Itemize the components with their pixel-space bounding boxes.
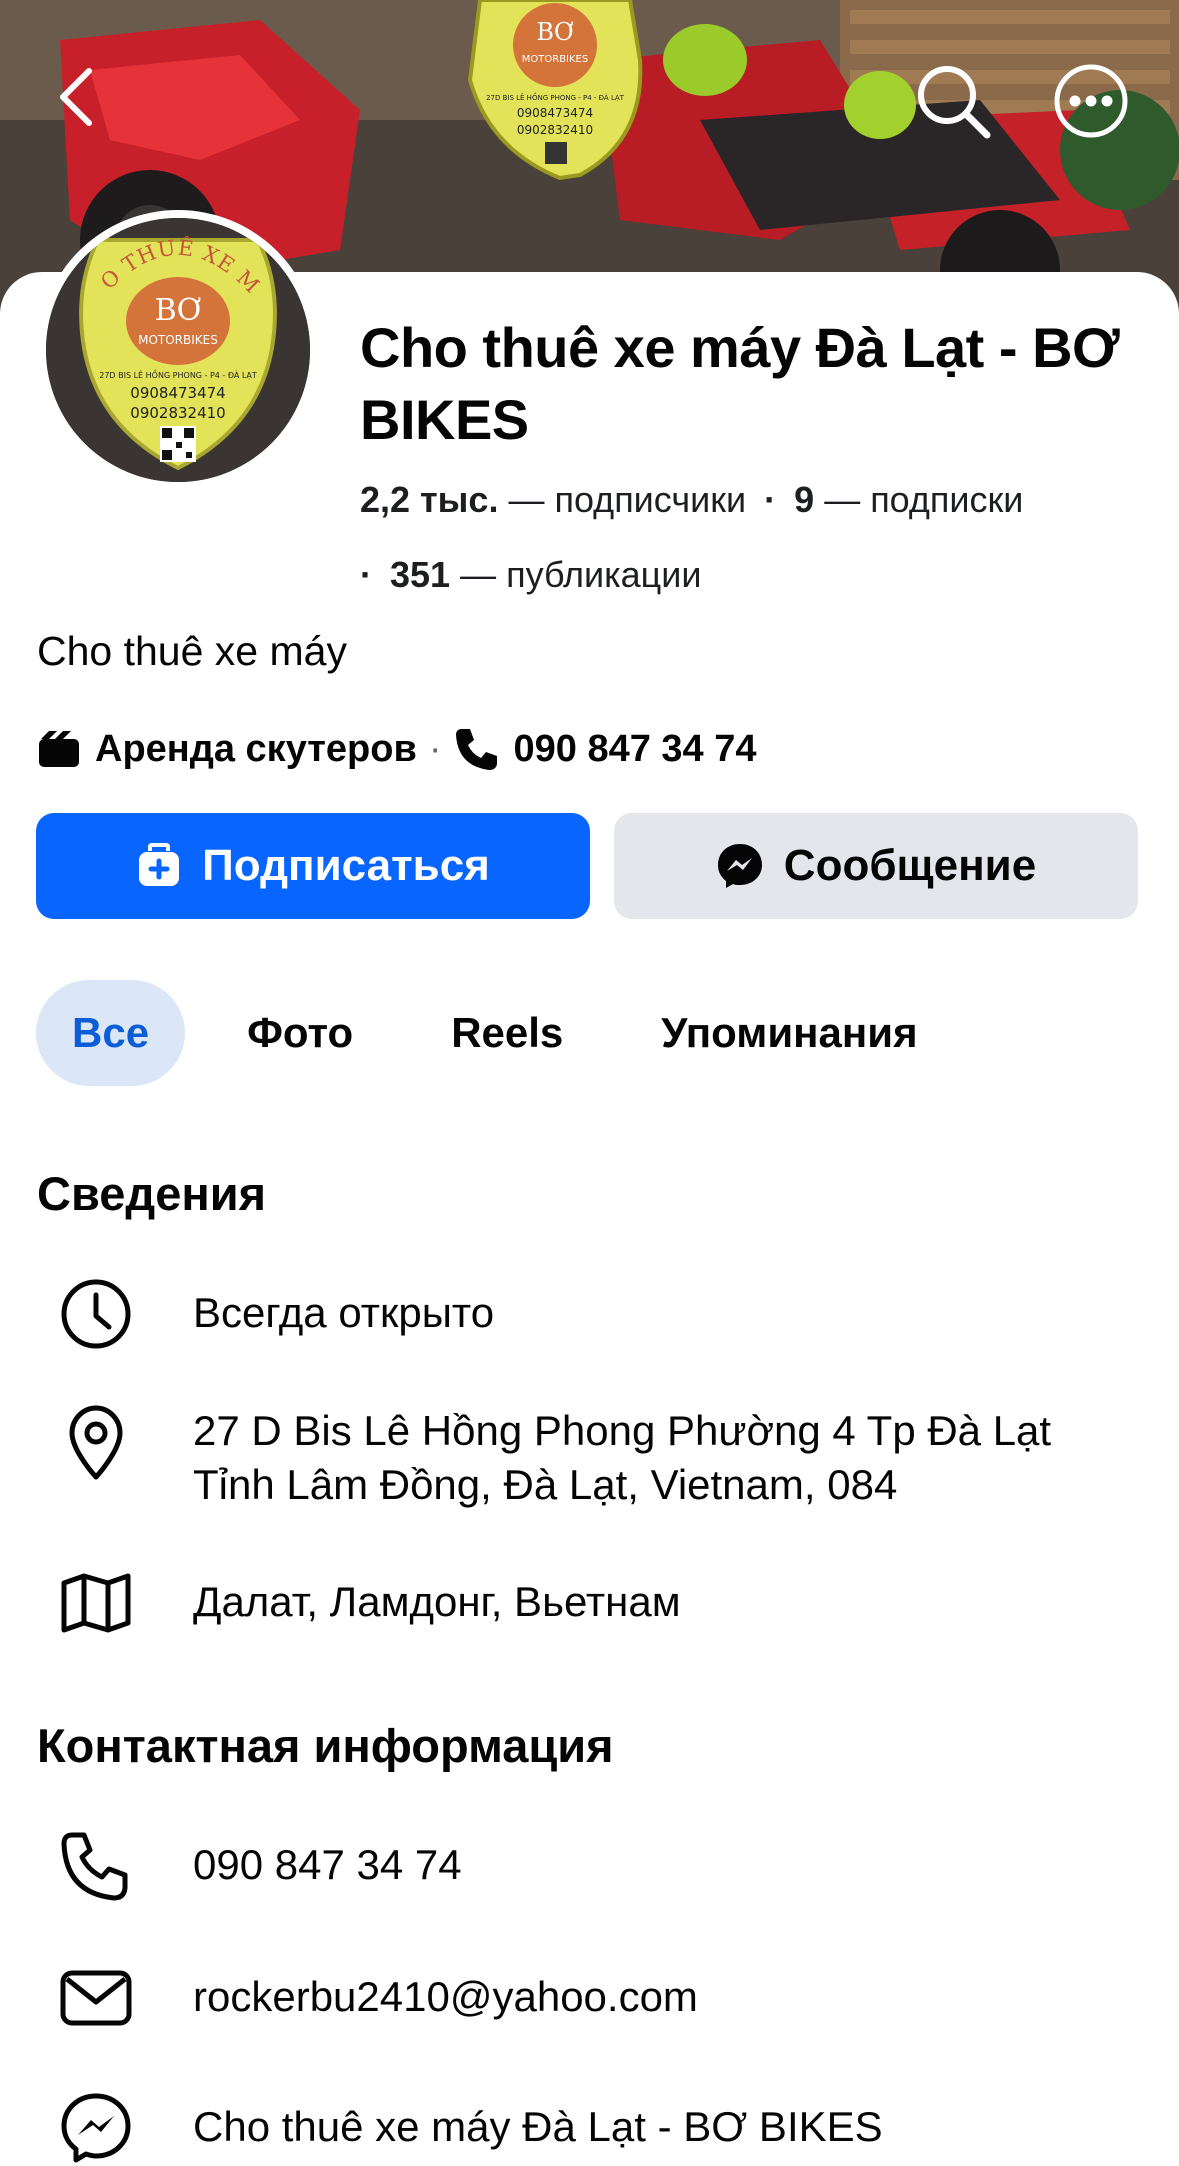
region-text: Далат, Ламдонг, Вьетнам xyxy=(193,1578,681,1625)
follow-icon xyxy=(139,843,180,886)
message-button[interactable]: Сообщение xyxy=(614,813,1138,919)
following-stat[interactable]: 9 — подписки xyxy=(794,479,1023,520)
avatar-logo: CHO THUÊ XE MÁY BƠ MOTORBIKES 27D BIS LÊ… xyxy=(46,218,310,482)
avatar: CHO THUÊ XE MÁY BƠ MOTORBIKES 27D BIS LÊ… xyxy=(46,218,310,482)
posts-stat[interactable]: 351 — публикации xyxy=(390,554,702,595)
tab-reels[interactable]: Reels xyxy=(451,980,563,1086)
svg-text:0902832410: 0902832410 xyxy=(130,404,225,422)
follow-button[interactable]: Подписаться xyxy=(36,813,590,919)
svg-text:27D BIS LÊ HỒNG PHONG - P4 - Đ: 27D BIS LÊ HỒNG PHONG - P4 - ĐÀ LẠT xyxy=(486,92,625,102)
more-horizontal-icon xyxy=(1054,64,1128,138)
svg-text:0908473474: 0908473474 xyxy=(130,384,225,402)
svg-text:BƠ: BƠ xyxy=(536,18,573,46)
about-section-title: Сведения xyxy=(37,1167,267,1220)
mail-icon xyxy=(58,1960,134,2036)
clock-icon xyxy=(58,1276,134,1352)
phone-icon xyxy=(455,729,497,770)
svg-text:MOTORBIKES: MOTORBIKES xyxy=(138,333,218,347)
messenger-text: Cho thuê xe máy Đà Lạt - BƠ BIKES xyxy=(193,2103,883,2150)
search-button[interactable] xyxy=(910,58,996,144)
chevron-left-icon xyxy=(60,68,92,126)
tab-photos[interactable]: Фото xyxy=(247,980,353,1086)
page-description: Cho thuê xe máy xyxy=(37,628,347,674)
map-icon xyxy=(58,1565,134,1641)
more-options-button[interactable] xyxy=(1048,58,1134,144)
svg-text:0902832410: 0902832410 xyxy=(517,123,593,137)
location-pin-icon xyxy=(58,1404,134,1480)
search-icon xyxy=(918,66,991,139)
address-text: 27 D Bis Lê Hồng Phong Phường 4 Tp Đà Lạ… xyxy=(193,1407,1052,1508)
page-phone[interactable]: 090 847 34 74 xyxy=(514,728,757,771)
tab-mentions[interactable]: Упоминания xyxy=(661,980,917,1086)
profile-tabs: Все Фото Reels Упоминания xyxy=(36,980,918,1086)
clapperboard-icon xyxy=(39,731,79,767)
svg-text:MOTORBIKES: MOTORBIKES xyxy=(522,54,588,65)
messenger-icon xyxy=(58,2090,134,2166)
avatar-button[interactable]: CHO THUÊ XE MÁY BƠ MOTORBIKES 27D BIS LÊ… xyxy=(38,210,318,490)
contact-phone-text: 090 847 34 74 xyxy=(193,1841,462,1888)
messenger-icon xyxy=(717,844,762,888)
followers-stat[interactable]: 2,2 тыс. — подписчики xyxy=(360,479,746,520)
page-title: Cho thuê xe máy Đà Lạt - BƠ BIKES xyxy=(360,316,1120,451)
page-stats: 2,2 тыс. — подписчики · 9 — подписки · 3… xyxy=(360,479,1024,595)
email-text: rockerbu2410@yahoo.com xyxy=(193,1973,698,2020)
tab-all[interactable]: Все xyxy=(36,980,186,1086)
phone-icon xyxy=(58,1828,134,1904)
hours-text: Всегда открыто xyxy=(193,1289,495,1336)
svg-text:BƠ: BƠ xyxy=(155,293,202,328)
svg-text:0908473474: 0908473474 xyxy=(517,106,593,120)
back-button[interactable] xyxy=(40,62,110,132)
page-meta-row: Аренда скутеров · 090 847 34 74 xyxy=(37,726,757,772)
page-category: Аренда скутеров xyxy=(95,727,417,770)
contact-section-title: Контактная информация xyxy=(37,1719,614,1772)
